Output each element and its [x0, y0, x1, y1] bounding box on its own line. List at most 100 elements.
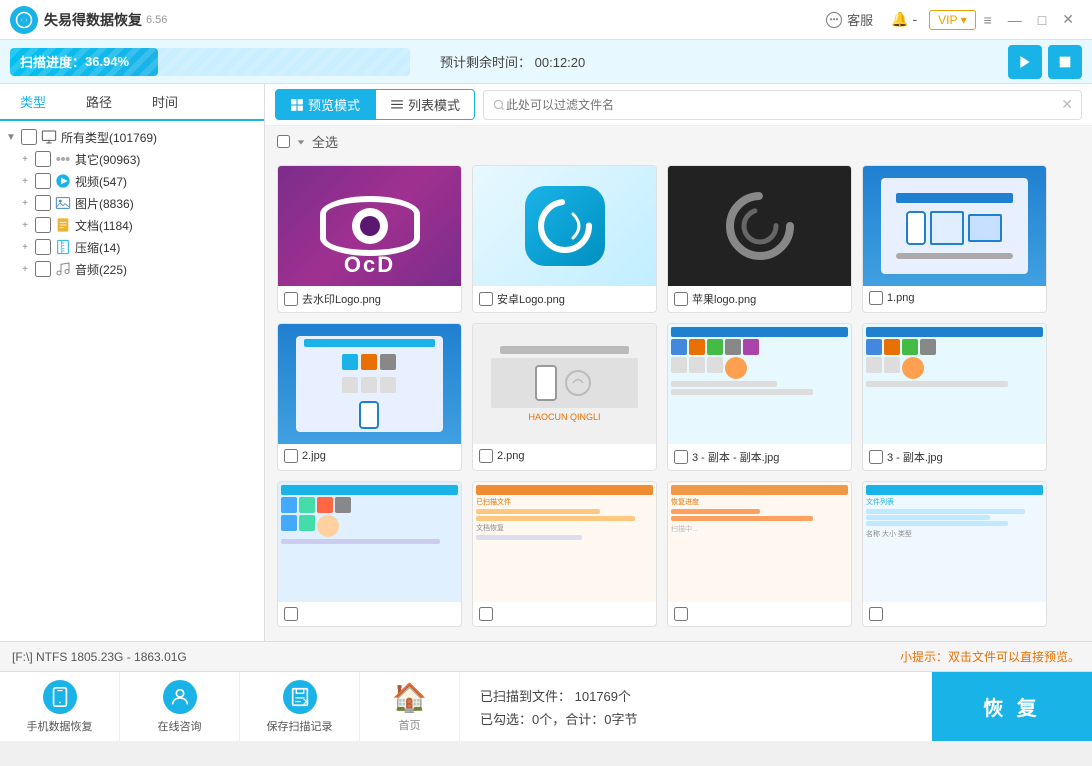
grid-item-4[interactable]: 1.png [862, 165, 1047, 313]
kefu-button[interactable]: 客服 [815, 7, 883, 32]
tree-node-other[interactable]: + 其它(90963) [0, 148, 264, 170]
item-check-9[interactable] [284, 607, 298, 621]
menu-button[interactable]: ≡ [976, 12, 1000, 28]
thumbnail-3 [668, 166, 851, 286]
grid-item-2[interactable]: 安卓Logo.png [472, 165, 657, 313]
item-check-3[interactable] [674, 292, 688, 306]
footer-home[interactable]: 🏠 首页 [360, 672, 460, 741]
tree-node-zip[interactable]: + 压缩(14) [0, 236, 264, 258]
expand-icon[interactable]: + [18, 264, 32, 275]
item-check-5[interactable] [284, 449, 298, 463]
thumbnail-8 [863, 324, 1046, 444]
item-check-11[interactable] [674, 607, 688, 621]
kefu-label: 客服 [847, 10, 873, 29]
grid-item-1[interactable]: OcD 去水印Logo.png [277, 165, 462, 313]
filename-1: 去水印Logo.png [302, 291, 381, 307]
grid-item-12[interactable]: 文件列表 名称 大小 类型 [862, 481, 1047, 627]
restore-button[interactable]: 恢 复 [932, 672, 1092, 741]
tree-label-doc: 文档(1184) [75, 217, 133, 234]
grid-item-11[interactable]: 恢复进度 扫描中... [667, 481, 852, 627]
footer-nav-phone[interactable]: 手机数据恢复 [0, 672, 120, 741]
footer-nav-save[interactable]: 保存扫描记录 [240, 672, 359, 741]
grid-item-8[interactable]: 3 - 副本.jpg [862, 323, 1047, 471]
phone-recovery-icon [43, 680, 77, 714]
tab-path[interactable]: 路径 [66, 84, 132, 121]
tree-node-image[interactable]: + 图片(8836) [0, 192, 264, 214]
tab-type[interactable]: 类型 [0, 84, 66, 121]
bell-button[interactable]: 🔔 - [883, 8, 925, 31]
grid-item-7[interactable]: 3 - 副本 - 副本.jpg [667, 323, 852, 471]
tree-check-zip[interactable] [35, 239, 51, 255]
grid-label-4: 1.png [863, 286, 1046, 310]
restore-label: 恢 复 [983, 692, 1041, 721]
tree-check-root[interactable] [21, 129, 37, 145]
grid-item-6[interactable]: HAOCUN QINGLI 2.png [472, 323, 657, 471]
stop-button[interactable] [1048, 45, 1082, 79]
expand-icon[interactable]: + [18, 220, 32, 231]
tree-check-doc[interactable] [35, 217, 51, 233]
preview-mode-button[interactable]: 预览模式 [275, 89, 375, 120]
grid-item-10[interactable]: 已扫描文件 文档恢复 [472, 481, 657, 627]
expand-icon[interactable]: ▼ [4, 132, 18, 143]
grid-item-5[interactable]: 2.jpg [277, 323, 462, 471]
grid-label-8: 3 - 副本.jpg [863, 444, 1046, 470]
footer-nav-consult[interactable]: 在线咨询 [120, 672, 240, 741]
preview-mode-label: 预览模式 [308, 95, 360, 114]
item-check-1[interactable] [284, 292, 298, 306]
tree-check-other[interactable] [35, 151, 51, 167]
item-check-7[interactable] [674, 450, 688, 464]
expand-icon[interactable]: + [18, 242, 32, 253]
tab-time[interactable]: 时间 [132, 84, 198, 121]
footer-nav-phone-label: 手机数据恢复 [27, 718, 93, 734]
footer: 手机数据恢复 在线咨询 保存扫描记录 🏠 首页 已扫描到文件： 101769个 … [0, 671, 1092, 741]
item-check-4[interactable] [869, 291, 883, 305]
item-check-12[interactable] [869, 607, 883, 621]
filter-clear-button[interactable]: ✕ [1061, 96, 1073, 113]
tree-node-root[interactable]: ▼ 所有类型(101769) [0, 126, 264, 148]
select-all-row: 全选 [265, 126, 1092, 157]
tree-node-video[interactable]: + 视频(547) [0, 170, 264, 192]
titlebar: 失易得数据恢复 6.56 客服 🔔 - VIP ▾ ≡ — □ ✕ [0, 0, 1092, 40]
tree-label-root: 所有类型(101769) [61, 129, 157, 146]
item-check-10[interactable] [479, 607, 493, 621]
select-all-checkbox[interactable] [277, 135, 290, 148]
grid-label-6: 2.png [473, 444, 656, 468]
tree-check-video[interactable] [35, 173, 51, 189]
progress-track: 扫描进度： 36.94% [10, 48, 410, 76]
grid-item-9[interactable] [277, 481, 462, 627]
tree-label-other: 其它(90963) [75, 151, 140, 168]
file-grid: OcD 去水印Logo.png [265, 157, 1092, 641]
audio-icon [54, 260, 72, 278]
grid-item-3[interactable]: 苹果logo.png [667, 165, 852, 313]
file-tree: ▼ 所有类型(101769) + 其它(90963) + [0, 121, 264, 641]
image-icon [54, 194, 72, 212]
filter-input[interactable] [506, 98, 1061, 112]
footer-nav: 手机数据恢复 在线咨询 保存扫描记录 [0, 672, 360, 741]
thumbnail-10: 已扫描文件 文档恢复 [473, 482, 656, 602]
home-icon: 🏠 [392, 681, 427, 714]
left-panel: 类型 路径 时间 ▼ 所有类型(101769) + 其它(90963) [0, 84, 265, 641]
thumbnail-4 [863, 166, 1046, 286]
item-check-2[interactable] [479, 292, 493, 306]
tree-node-doc[interactable]: + 文档(1184) [0, 214, 264, 236]
item-check-6[interactable] [479, 449, 493, 463]
tree-node-audio[interactable]: + 音频(225) [0, 258, 264, 280]
play-button[interactable] [1008, 45, 1042, 79]
maximize-button[interactable]: □ [1030, 12, 1054, 28]
expand-icon[interactable]: + [18, 154, 32, 165]
tree-check-image[interactable] [35, 195, 51, 211]
filename-4: 1.png [887, 292, 915, 304]
minimize-button[interactable]: — [1000, 12, 1030, 28]
item-check-8[interactable] [869, 450, 883, 464]
list-mode-button[interactable]: 列表模式 [375, 89, 475, 120]
grid-row-3: 已扫描文件 文档恢复 [277, 481, 1080, 627]
thumbnail-9 [278, 482, 461, 602]
bell-icon: 🔔 [891, 11, 908, 27]
grid-label-12 [863, 602, 1046, 626]
expand-icon[interactable]: + [18, 198, 32, 209]
close-button[interactable]: ✕ [1054, 11, 1082, 28]
expand-icon[interactable]: + [18, 176, 32, 187]
tree-check-audio[interactable] [35, 261, 51, 277]
vip-button[interactable]: VIP ▾ [929, 10, 976, 30]
time-label: 预计剩余时间： 00:12:20 [440, 52, 585, 71]
